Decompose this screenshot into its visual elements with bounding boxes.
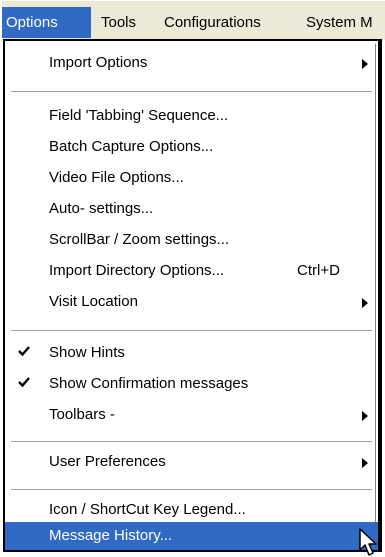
menu-item-visit-location[interactable]: Visit Location [5,287,378,317]
menu-item-video-file-options[interactable]: Video File Options... [5,163,378,193]
menu-separator [11,441,372,443]
menu-item-label: Show Hints [49,344,125,361]
menu-separator [11,91,372,93]
menu-item-icon-shortcut-key-legend[interactable]: Icon / ShortCut Key Legend... [5,495,378,525]
menu-item-shortcut: Ctrl+D [297,262,340,279]
options-dropdown-menu: Import Options Field 'Tabbing' Sequence.… [3,39,382,552]
menu-item-label: Field 'Tabbing' Sequence... [49,107,229,124]
menu-item-label: Batch Capture Options... [49,138,214,155]
menubar-configurations[interactable]: Configurations [160,7,265,38]
menu-item-import-directory-options[interactable]: Import Directory Options... Ctrl+D [5,256,378,286]
checkmark-icon [15,338,33,368]
menu-separator [11,489,372,491]
menu-item-auto-settings[interactable]: Auto- settings... [5,194,378,224]
menu-item-label: ScrollBar / Zoom settings... [49,231,230,248]
submenu-arrow-icon [362,59,368,69]
menu-bar: Options Tools Configurations System M [0,0,385,40]
menu-item-label: Toolbars - [49,406,115,423]
menu-item-field-tabbing-sequence[interactable]: Field 'Tabbing' Sequence... [5,101,378,131]
menu-item-toolbars[interactable]: Toolbars - [5,400,378,430]
menubar-tools[interactable]: Tools [97,7,140,38]
menu-item-label: Import Directory Options... [49,262,225,279]
menu-item-label: Auto- settings... [49,200,154,217]
mouse-pointer-icon [359,528,377,556]
checkmark-icon [15,369,33,399]
menu-item-batch-capture-options[interactable]: Batch Capture Options... [5,132,378,162]
menu-item-message-history[interactable]: Message History... [5,522,378,550]
menu-item-show-hints[interactable]: Show Hints [5,338,378,368]
menubar-system[interactable]: System M [302,7,377,38]
submenu-arrow-icon [362,411,368,421]
menu-item-label: Video File Options... [49,169,184,186]
menu-item-label: Import Options [49,54,148,71]
options-menu-screen: Options Tools Configurations System M Im… [0,0,385,557]
menu-item-label: Visit Location [49,293,138,310]
menu-item-label: Show Confirmation messages [49,375,249,392]
menu-item-show-confirmation-messages[interactable]: Show Confirmation messages [5,369,378,399]
menu-item-label: Message History... [49,527,173,544]
menu-item-user-preferences[interactable]: User Preferences [5,447,378,477]
menu-item-label: User Preferences [49,453,166,470]
menu-item-import-options[interactable]: Import Options [5,48,378,78]
menu-item-scrollbar-zoom-settings[interactable]: ScrollBar / Zoom settings... [5,225,378,255]
submenu-arrow-icon [362,458,368,468]
menu-item-label: Icon / ShortCut Key Legend... [49,501,246,518]
menu-separator [11,330,372,332]
menubar-options[interactable]: Options [2,7,91,38]
submenu-arrow-icon [362,298,368,308]
